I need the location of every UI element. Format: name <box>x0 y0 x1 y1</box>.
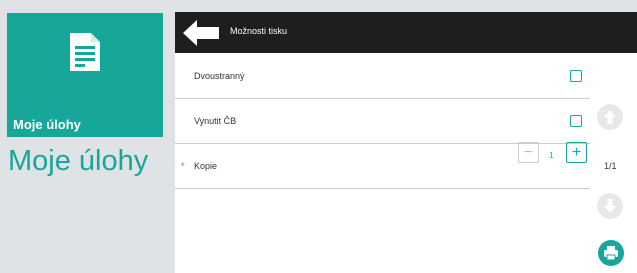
option-row-force-bw[interactable]: Vynutit ČB <box>175 99 590 144</box>
back-arrow-icon[interactable] <box>183 20 219 46</box>
scroll-up-button[interactable] <box>597 104 623 130</box>
duplex-checkbox[interactable] <box>570 70 582 82</box>
force-bw-checkbox[interactable] <box>570 115 582 127</box>
option-label-force-bw: Vynutit ČB <box>194 116 237 126</box>
arrow-down-icon <box>604 199 616 213</box>
print-button[interactable] <box>598 240 624 266</box>
document-icon <box>70 33 100 71</box>
required-mark: * <box>181 161 185 171</box>
copies-decrement-button[interactable]: − <box>518 142 539 163</box>
option-label-duplex: Dvoustranný <box>194 71 245 81</box>
header-title: Možnosti tisku <box>230 26 288 36</box>
printer-icon <box>604 246 618 261</box>
page-indicator: 1/1 <box>604 161 617 171</box>
scroll-down-button[interactable] <box>597 193 623 219</box>
header-bar: Možnosti tisku <box>175 12 637 53</box>
copies-value: 1 <box>549 151 554 160</box>
tile-label: Moje úlohy <box>13 117 81 132</box>
option-row-duplex[interactable]: Dvoustranný <box>175 54 590 99</box>
page-title: Moje úlohy <box>8 145 149 177</box>
copies-increment-button[interactable]: + <box>566 142 587 163</box>
arrow-up-icon <box>604 110 616 124</box>
copies-label: Kopie <box>194 161 218 171</box>
my-jobs-tile[interactable]: Moje úlohy <box>7 13 163 137</box>
